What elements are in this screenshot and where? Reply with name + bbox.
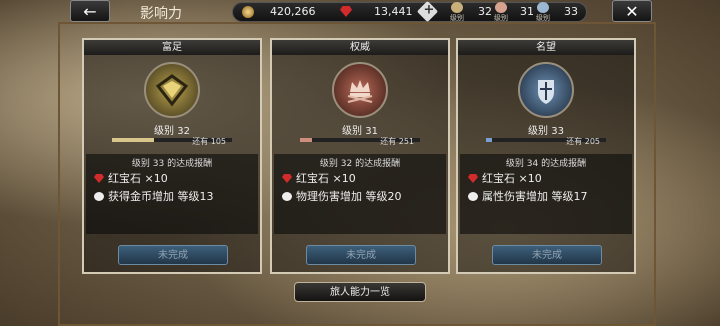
xp-fill: [300, 138, 312, 142]
crown-crest-icon: [347, 80, 373, 103]
coin-bonus-icon: [94, 192, 104, 201]
reward-title: 级别 32 的达成报酬: [319, 159, 401, 169]
xp-fill: [486, 138, 492, 142]
panel-authority: 权威 级别 31 还有 251 级别 32 的达成报酬 红宝石 ×10 物理伤害…: [270, 38, 450, 274]
reward-item: 红宝石 ×10: [468, 170, 542, 186]
authority-emblem: [332, 62, 388, 118]
remaining-points: 还有 105: [192, 137, 226, 146]
reward-box: 级别 34 的达成报酬 红宝石 ×10 属性伤害增加 等级17: [460, 154, 632, 234]
reward-text: 红宝石 ×10: [108, 172, 168, 185]
ruby-icon: [468, 174, 478, 183]
rank-value-wealth: 32: [478, 5, 492, 18]
reward-title: 级别 33 的达成报酬: [131, 159, 213, 169]
back-arrow-icon: ←: [83, 1, 97, 21]
reward-title: 级别 34 的达成报酬: [505, 159, 587, 169]
rank-value-authority: 31: [520, 5, 534, 18]
ruby-icon: [94, 174, 104, 183]
reward-box: 级别 32 的达成报酬 红宝石 ×10 物理伤害增加 等级20: [274, 154, 446, 234]
reward-item: 红宝石 ×10: [94, 170, 168, 186]
ruby-amount: 13,441: [374, 5, 413, 18]
rank-badge-label: 级别: [450, 14, 464, 22]
level-label: 级别 32: [154, 126, 190, 137]
reward-text: 红宝石 ×10: [296, 172, 356, 185]
rank-badge-authority: 级别: [494, 2, 508, 23]
reward-item: 属性伤害增加 等级17: [468, 188, 588, 204]
panel-title: 富足: [84, 40, 260, 55]
reward-text: 属性伤害增加 等级17: [482, 190, 588, 203]
reward-item: 物理伤害增加 等级20: [282, 188, 402, 204]
reward-item: 获得金币增加 等级13: [94, 188, 214, 204]
panel-title: 权威: [272, 40, 448, 55]
close-button[interactable]: ✕: [612, 0, 652, 22]
reward-text: 获得金币增加 等级13: [108, 190, 214, 203]
status-button[interactable]: 未完成: [492, 245, 602, 265]
remaining-points: 还有 205: [566, 137, 600, 146]
traveler-abilities-button[interactable]: 旅人能力一览: [294, 282, 426, 302]
reward-item: 红宝石 ×10: [282, 170, 356, 186]
rank-badge-label: 级别: [494, 14, 508, 22]
physical-damage-icon: [282, 192, 292, 201]
reward-text: 红宝石 ×10: [482, 172, 542, 185]
wealth-emblem: [144, 62, 200, 118]
attribute-damage-icon: [468, 192, 478, 201]
panel-fame: 名望 级别 33 还有 205 级别 34 的达成报酬 红宝石 ×10 属性伤害…: [456, 38, 636, 274]
panel-title: 名望: [458, 40, 634, 55]
level-label: 级别 33: [528, 126, 564, 137]
xp-fill: [112, 138, 154, 142]
rank-value-fame: 33: [564, 5, 578, 18]
top-bar: ← 影响力 420,266 13,441 + 级别 32 级别 31 级别 33…: [0, 0, 720, 24]
status-button[interactable]: 未完成: [118, 245, 228, 265]
shield-crest-icon: [538, 80, 554, 104]
fame-badge-icon: [537, 2, 549, 13]
rank-badge-fame: 级别: [536, 2, 550, 23]
wealth-badge-icon: [451, 2, 463, 13]
diamond-crest-icon: [155, 74, 189, 107]
gold-amount: 420,266: [270, 5, 316, 18]
rank-badge-label: 级别: [536, 14, 550, 22]
reward-box: 级别 33 的达成报酬 红宝石 ×10 获得金币增加 等级13: [86, 154, 258, 234]
panel-wealth: 富足 级别 32 还有 105 级别 33 的达成报酬 红宝石 ×10 获得金币…: [82, 38, 262, 274]
level-label: 级别 31: [342, 126, 378, 137]
ruby-icon: [282, 174, 292, 183]
close-icon: ✕: [625, 1, 639, 21]
back-button[interactable]: ←: [70, 0, 110, 22]
remaining-points: 还有 251: [380, 137, 414, 146]
rank-badge-wealth: 级别: [450, 2, 464, 23]
gold-coin-icon: [242, 6, 254, 18]
reward-text: 物理伤害增加 等级20: [296, 190, 402, 203]
plus-icon: +: [423, 2, 435, 18]
authority-badge-icon: [495, 2, 507, 13]
fame-emblem: [518, 62, 574, 118]
page-title: 影响力: [140, 6, 182, 22]
status-button[interactable]: 未完成: [306, 245, 416, 265]
